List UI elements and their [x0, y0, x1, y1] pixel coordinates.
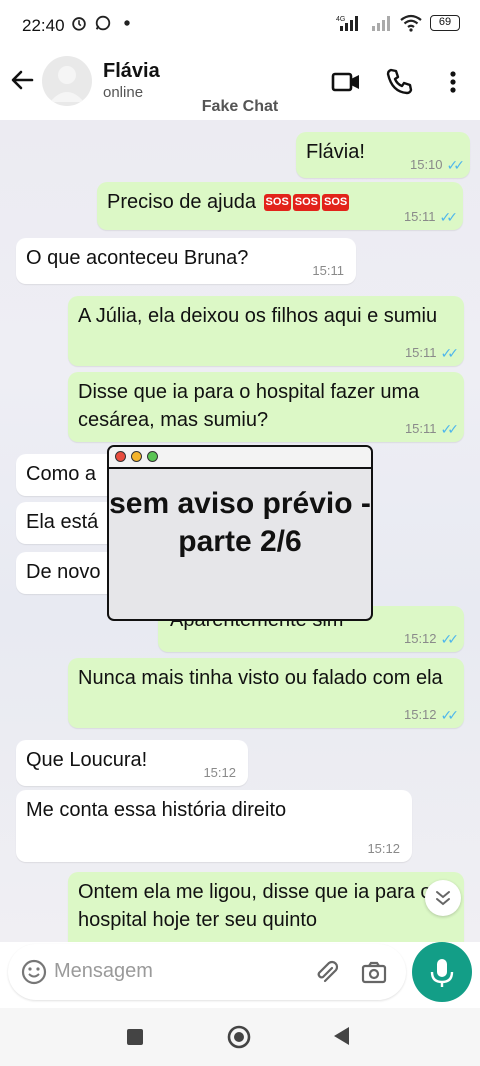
message-text: Me conta essa história direito: [26, 799, 287, 821]
message-time: 15:11: [403, 209, 436, 224]
scroll-down-button[interactable]: [425, 880, 461, 916]
watermark-label: Fake Chat: [201, 98, 279, 115]
message-meta: 15:11 ✓✓: [404, 345, 460, 361]
message-meta: 15:12: [203, 766, 236, 780]
chat-header: Flávia online Fake Chat: [0, 52, 480, 120]
double-check-icon: ✓✓: [439, 209, 459, 225]
overlay-title: sem aviso prévio - parte 2/6: [109, 487, 371, 558]
message-bubble-out[interactable]: Disse que ia para o hospital fazer uma c…: [68, 372, 464, 442]
back-arrow-icon[interactable]: [8, 66, 36, 94]
message-time: 15:11: [404, 345, 437, 360]
message-time: 15:12: [367, 841, 400, 856]
message-bubble-out[interactable]: Preciso de ajuda SOS SOS SOS 15:11 ✓✓: [97, 182, 463, 230]
message-meta: 15:11 ✓✓: [404, 421, 460, 437]
message-bubble-in[interactable]: Que Loucura! 15:12: [16, 740, 248, 786]
message-meta: 15:11 ✓✓: [403, 209, 459, 225]
message-input-bar[interactable]: Mensagem: [8, 944, 406, 1000]
mic-button[interactable]: [412, 942, 472, 1002]
message-text: Ontem ela me ligou, disse que ia para o …: [78, 881, 432, 931]
message-meta: 15:10 ✓✓: [409, 157, 466, 173]
double-check-icon: ✓✓: [440, 421, 460, 437]
status-right-icons: 4G 69: [336, 14, 460, 32]
message-time: 15:12: [403, 707, 437, 722]
message-text: Nunca mais tinha visto ou falado com ela: [78, 667, 443, 689]
message-time: 15:12: [203, 765, 236, 780]
message-bubble-out[interactable]: Ontem ela me ligou, disse que ia para o …: [68, 872, 464, 942]
minimize-dot-icon: [131, 451, 142, 462]
alarm-icon: [72, 17, 86, 31]
message-bubble-out[interactable]: Nunca mais tinha visto ou falado com ela…: [68, 658, 464, 728]
overlay-window: sem aviso prévio - parte 2/6: [107, 445, 373, 621]
message-text: Preciso de ajuda: [107, 191, 256, 213]
camera-icon[interactable]: [360, 958, 388, 986]
message-text: De novo: [26, 561, 101, 583]
home-icon[interactable]: [226, 1024, 252, 1050]
network-type: 4G: [336, 16, 345, 23]
message-meta: 15:12: [367, 842, 400, 856]
maximize-dot-icon: [147, 451, 158, 462]
emoji-icon[interactable]: [20, 958, 48, 986]
battery-indicator: 69: [430, 15, 460, 31]
message-bubble-out[interactable]: Flávia! 15:10 ✓✓: [296, 132, 470, 178]
message-text: Flávia!: [306, 141, 365, 163]
status-left-icons: [70, 14, 136, 32]
attach-icon[interactable]: [312, 958, 340, 986]
sos-emoji-icon: SOS: [322, 194, 350, 211]
message-bubble-out[interactable]: A Júlia, ela deixou os filhos aqui e sum…: [68, 296, 464, 366]
message-bubble-in[interactable]: O que aconteceu Bruna? 15:11: [16, 238, 356, 284]
sos-emoji-icon: SOS: [292, 194, 321, 211]
status-bar: 22:40 4G 69: [0, 0, 480, 52]
signal-icon: 4G: [336, 16, 358, 31]
sos-emoji-icon: SOS: [263, 194, 291, 211]
message-text: A Júlia, ela deixou os filhos aqui e sum…: [78, 305, 438, 327]
message-time: 15:12: [403, 631, 437, 646]
chevron-down-icon: [436, 891, 450, 906]
message-meta: 15:12 ✓✓: [403, 631, 460, 647]
contact-name[interactable]: Flávia: [103, 60, 160, 83]
message-text: Como a: [26, 463, 97, 485]
back-nav-icon[interactable]: [330, 1024, 354, 1048]
more-vert-icon[interactable]: [437, 66, 469, 98]
signal-2-icon: [372, 16, 390, 31]
double-check-icon: ✓✓: [440, 631, 460, 647]
message-text: Ela está: [26, 511, 99, 533]
message-text: O que aconteceu Bruna?: [26, 247, 249, 269]
message-time: 15:11: [404, 421, 437, 436]
mic-icon: [430, 959, 454, 987]
message-meta: 15:12 ✓✓: [403, 707, 460, 723]
message-text: Disse que ia para o hospital fazer uma c…: [78, 381, 420, 431]
message-text: Que Loucura!: [26, 749, 148, 771]
recents-icon[interactable]: [124, 1026, 146, 1048]
message-time: 15:10: [409, 157, 443, 172]
double-check-icon: ✓✓: [446, 157, 466, 173]
phone-icon[interactable]: [383, 66, 415, 98]
double-check-icon: ✓✓: [440, 707, 460, 723]
message-meta: 15:11: [312, 264, 344, 278]
wifi-icon: [400, 14, 422, 32]
notification-dot-icon: [124, 20, 130, 26]
message-bubble-in[interactable]: Me conta essa história direito 15:12: [16, 790, 412, 862]
whatsapp-notification-icon: [95, 15, 111, 31]
system-nav-bar: [0, 1008, 480, 1066]
status-time: 22:40: [22, 16, 65, 35]
message-time: 15:11: [312, 263, 344, 278]
close-dot-icon: [115, 451, 126, 462]
double-check-icon: ✓✓: [440, 345, 460, 361]
message-input[interactable]: Mensagem: [54, 960, 153, 983]
overlay-titlebar: [109, 447, 371, 469]
video-call-icon[interactable]: [330, 66, 362, 98]
